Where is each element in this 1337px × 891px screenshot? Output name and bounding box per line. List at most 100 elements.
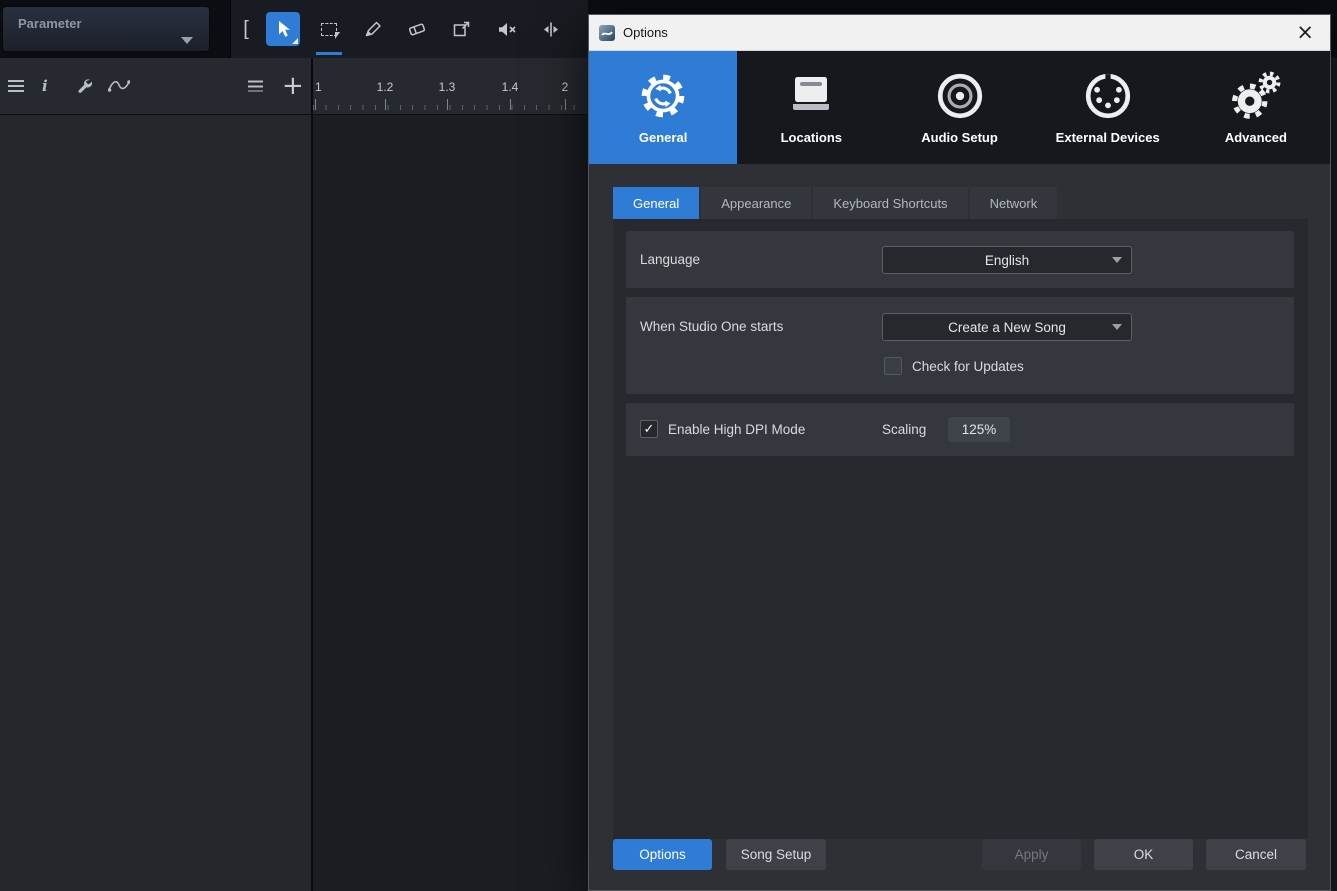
tab-label: Keyboard Shortcuts	[833, 195, 948, 211]
info-icon: i	[42, 77, 48, 95]
nav-label: General	[638, 129, 688, 145]
tool-dropdown-corner-icon	[292, 38, 298, 44]
parameter-label: Parameter	[18, 16, 82, 31]
general-tabs: General Appearance Keyboard Shortcuts Ne…	[613, 187, 1058, 219]
bracket-tool-button[interactable]: [	[231, 12, 263, 46]
plus-icon: +	[282, 71, 304, 101]
timeline-ruler[interactable]: 1 1.2 1.3 1.4 2	[313, 58, 588, 115]
options-category-bar: General Locations Audio Setup External D…	[589, 51, 1330, 164]
tab-label: General	[633, 195, 680, 211]
language-row: Language English	[626, 231, 1294, 288]
tab-network[interactable]: Network	[969, 187, 1058, 219]
ruler-minor-ticks	[313, 105, 586, 110]
list-icon	[8, 80, 24, 92]
tab-general[interactable]: General	[613, 187, 700, 219]
check-icon: ✓	[643, 421, 655, 437]
language-label: Language	[640, 252, 701, 267]
cancel-button[interactable]: Cancel	[1206, 839, 1306, 870]
apply-button[interactable]: Apply	[982, 839, 1081, 870]
tools-button[interactable]	[76, 78, 93, 95]
tab-appearance[interactable]: Appearance	[701, 187, 812, 219]
bracket-icon: [	[243, 17, 249, 40]
tab-label: Appearance	[721, 195, 792, 211]
bend-marker-icon	[544, 22, 558, 36]
general-settings-content: Language English When Studio One starts …	[613, 219, 1308, 839]
ruler-label: 1	[315, 80, 322, 94]
dpi-row: ✓ Enable High DPI Mode Scaling 125%	[626, 403, 1294, 456]
ruler-label: 1.4	[501, 80, 519, 94]
layers-button[interactable]	[248, 80, 263, 92]
midi-din-icon	[1085, 73, 1130, 118]
nav-general[interactable]: General	[589, 51, 738, 164]
eraser-tool-button[interactable]	[400, 12, 434, 46]
disk-icon	[793, 76, 830, 110]
track-list-button[interactable]	[8, 80, 24, 92]
startup-label: When Studio One starts	[640, 319, 784, 334]
ruler-label: 1.2	[376, 80, 394, 94]
eraser-icon	[408, 22, 426, 36]
pencil-icon	[365, 21, 381, 36]
screen: Parameter [i + 1 1.2 1.3 1.4 2 Options …	[0, 0, 1337, 891]
ok-label: OK	[1133, 847, 1154, 862]
high-dpi-label: Enable High DPI Mode	[668, 422, 806, 437]
close-icon[interactable]: ×	[1290, 22, 1320, 43]
nav-label: External Devices	[1055, 129, 1160, 145]
scaling-label: Scaling	[882, 422, 927, 437]
nav-external-devices[interactable]: External Devices	[1034, 51, 1182, 164]
arrow-tool-button[interactable]	[266, 12, 300, 46]
tab-label: Network	[989, 195, 1038, 211]
scaling-value: 125%	[961, 422, 997, 437]
check-for-updates-label: Check for Updates	[912, 359, 1024, 374]
chevron-down-icon	[1112, 257, 1122, 263]
startup-select[interactable]: Create a New Song	[882, 313, 1132, 341]
nav-advanced[interactable]: Advanced	[1182, 51, 1330, 164]
language-select[interactable]: English	[882, 246, 1132, 274]
startup-value: Create a New Song	[948, 319, 1066, 335]
options-dialog: Options × General Locations Audio Setup …	[588, 14, 1331, 891]
ruler-label: 2	[561, 80, 569, 94]
inspector-button[interactable]: i	[42, 77, 48, 95]
mute-speaker-icon	[499, 22, 516, 36]
nav-locations[interactable]: Locations	[737, 51, 885, 164]
scaling-value-field[interactable]: 125%	[948, 417, 1010, 442]
automation-button[interactable]	[108, 79, 130, 93]
gears-icon	[1231, 71, 1281, 119]
nav-audio-setup[interactable]: Audio Setup	[885, 51, 1033, 164]
curve-icon	[108, 80, 130, 92]
dialog-titlebar[interactable]: Options ×	[589, 15, 1330, 51]
cursor-arrow-icon	[278, 21, 290, 37]
range-tool-button[interactable]	[312, 12, 346, 46]
chevron-down-icon	[1112, 324, 1122, 330]
rows-icon	[248, 80, 263, 92]
check-for-updates-checkbox[interactable]	[884, 357, 902, 375]
parameter-dropdown[interactable]: Parameter	[2, 6, 210, 52]
bend-tool-button[interactable]	[534, 12, 568, 46]
song-setup-button[interactable]: Song Setup	[726, 839, 826, 870]
song-setup-label: Song Setup	[740, 847, 812, 862]
speaker-rings-icon	[937, 73, 982, 118]
add-track-button[interactable]: +	[282, 73, 304, 99]
tool-toolbar: [	[230, 0, 588, 58]
left-panel	[0, 115, 311, 891]
nav-label: Locations	[780, 129, 842, 145]
pencil-tool-button[interactable]	[356, 12, 390, 46]
studio-one-logo-icon	[599, 24, 615, 41]
language-value: English	[984, 252, 1030, 268]
ok-button[interactable]: OK	[1094, 839, 1193, 870]
options-mode-button[interactable]: Options	[613, 839, 712, 870]
chevron-down-icon	[181, 37, 193, 44]
tab-keyboard-shortcuts[interactable]: Keyboard Shortcuts	[813, 187, 968, 219]
startup-row: When Studio One starts Create a New Song…	[626, 297, 1294, 394]
wrench-icon	[78, 79, 93, 93]
apply-label: Apply	[1014, 847, 1049, 862]
mute-tool-button[interactable]	[490, 12, 524, 46]
active-tool-underline	[316, 52, 342, 55]
dialog-title: Options	[623, 25, 668, 40]
options-mode-label: Options	[639, 847, 686, 862]
nav-label: Audio Setup	[921, 129, 998, 145]
ruler-label: 1.3	[438, 80, 456, 94]
cancel-label: Cancel	[1234, 847, 1278, 862]
slip-tool-button[interactable]	[445, 12, 479, 46]
gear-sync-icon	[641, 74, 685, 117]
high-dpi-checkbox[interactable]: ✓	[640, 420, 658, 438]
